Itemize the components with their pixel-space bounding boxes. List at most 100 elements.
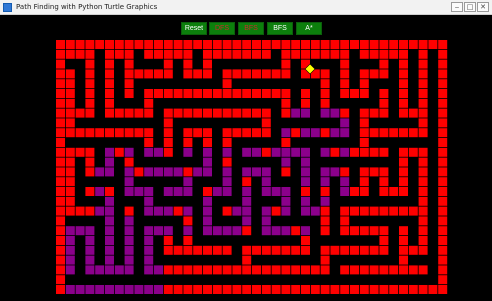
- dfs-button[interactable]: DFS: [209, 22, 235, 35]
- explored-cell: [124, 167, 134, 177]
- open-cell: [105, 49, 114, 59]
- open-cell: [281, 59, 291, 69]
- explored-cell: [124, 187, 134, 196]
- open-cell: [105, 187, 114, 196]
- open-cell: [95, 40, 105, 49]
- open-cell: [340, 226, 350, 236]
- explored-cell: [310, 128, 320, 138]
- open-cell: [242, 69, 252, 79]
- open-cell: [183, 216, 193, 226]
- open-cell: [232, 285, 242, 294]
- explored-cell: [203, 216, 212, 226]
- open-cell: [212, 285, 222, 294]
- open-cell: [399, 98, 408, 108]
- explored-cell: [65, 265, 75, 275]
- open-cell: [379, 108, 389, 118]
- explored-cell: [144, 265, 154, 275]
- explored-cell: [163, 167, 173, 177]
- open-cell: [379, 265, 389, 275]
- open-cell: [418, 285, 428, 294]
- open-cell: [183, 49, 193, 59]
- explored-cell: [261, 206, 271, 216]
- bfs-button[interactable]: BFS: [267, 22, 293, 35]
- open-cell: [408, 108, 418, 118]
- open-cell: [242, 108, 252, 118]
- open-cell: [340, 206, 350, 216]
- open-cell: [85, 108, 95, 118]
- explored-cell: [65, 255, 75, 265]
- open-cell: [173, 40, 183, 49]
- open-cell: [242, 177, 252, 187]
- open-cell: [418, 128, 428, 138]
- open-cell: [340, 89, 350, 98]
- explored-cell: [163, 206, 173, 216]
- open-cell: [144, 89, 154, 98]
- open-cell: [369, 128, 379, 138]
- open-cell: [291, 128, 301, 138]
- open-cell: [114, 49, 124, 59]
- open-cell: [379, 49, 389, 59]
- open-cell: [252, 89, 261, 98]
- explored-cell: [301, 128, 310, 138]
- open-cell: [369, 108, 379, 118]
- explored-cell: [203, 196, 212, 206]
- open-cell: [350, 245, 359, 255]
- open-cell: [359, 285, 369, 294]
- open-cell: [65, 167, 75, 177]
- open-cell: [261, 285, 271, 294]
- open-cell: [56, 59, 65, 69]
- explored-cell: [85, 265, 95, 275]
- open-cell: [359, 128, 369, 138]
- open-cell: [359, 108, 369, 118]
- open-cell: [75, 147, 85, 157]
- open-cell: [183, 128, 193, 138]
- explored-cell: [242, 147, 252, 157]
- open-cell: [438, 187, 448, 196]
- explored-cell: [261, 177, 271, 187]
- open-cell: [65, 187, 75, 196]
- open-cell: [252, 69, 261, 79]
- explored-cell: [242, 187, 252, 196]
- open-cell: [379, 187, 389, 196]
- open-cell: [124, 40, 134, 49]
- open-cell: [105, 40, 114, 49]
- open-cell: [350, 285, 359, 294]
- open-cell: [301, 245, 310, 255]
- close-icon[interactable]: ✕: [477, 2, 489, 12]
- bfs-disabled-button[interactable]: BFS: [238, 22, 264, 35]
- explored-cell: [124, 245, 134, 255]
- open-cell: [350, 265, 359, 275]
- open-cell: [105, 108, 114, 118]
- open-cell: [65, 69, 75, 79]
- a-star-button[interactable]: A*: [296, 22, 322, 35]
- open-cell: [399, 69, 408, 79]
- open-cell: [261, 49, 271, 59]
- explored-cell: [242, 196, 252, 206]
- open-cell: [183, 69, 193, 79]
- open-cell: [438, 265, 448, 275]
- explored-cell: [114, 265, 124, 275]
- open-cell: [418, 236, 428, 245]
- explored-cell: [173, 167, 183, 177]
- maximize-icon[interactable]: □: [464, 2, 476, 12]
- open-cell: [281, 285, 291, 294]
- open-cell: [369, 49, 379, 59]
- open-cell: [310, 265, 320, 275]
- open-cell: [144, 49, 154, 59]
- open-cell: [340, 216, 350, 226]
- explored-cell: [301, 177, 310, 187]
- explored-cell: [144, 255, 154, 265]
- explored-cell: [163, 226, 173, 236]
- open-cell: [399, 59, 408, 69]
- reset-button[interactable]: Reset: [181, 22, 207, 35]
- open-cell: [56, 167, 65, 177]
- open-cell: [261, 40, 271, 49]
- open-cell: [203, 49, 212, 59]
- minimize-icon[interactable]: ‒: [451, 2, 463, 12]
- open-cell: [203, 89, 212, 98]
- open-cell: [85, 59, 95, 69]
- open-cell: [203, 285, 212, 294]
- explored-cell: [320, 177, 330, 187]
- explored-cell: [95, 285, 105, 294]
- open-cell: [114, 108, 124, 118]
